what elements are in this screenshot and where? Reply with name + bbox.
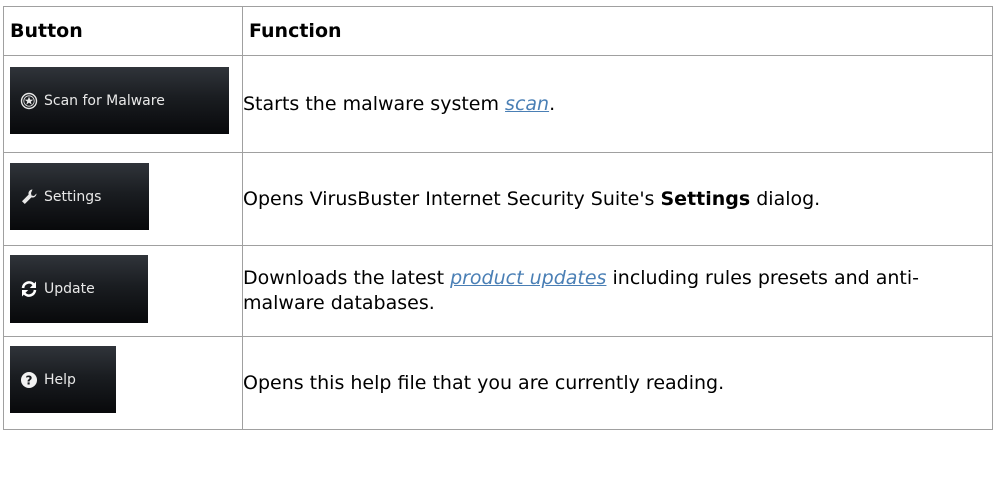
help-icon: ? xyxy=(20,371,38,389)
refresh-icon xyxy=(20,280,38,298)
settings-button[interactable]: Settings xyxy=(10,163,149,230)
update-button-label: Update xyxy=(44,281,95,297)
product-updates-link[interactable]: product updates xyxy=(450,267,606,289)
update-description: Downloads the latest product updates inc… xyxy=(242,245,993,337)
star-circle-icon xyxy=(20,92,38,110)
header-function: Function xyxy=(242,6,993,56)
help-button[interactable]: ? Help xyxy=(10,346,116,413)
buttons-help-table: Button Function Scan for Malware Starts … xyxy=(3,6,993,430)
table-header-row: Button Function xyxy=(3,6,993,56)
scan-link[interactable]: scan xyxy=(505,93,549,115)
help-button-label: Help xyxy=(44,371,76,388)
help-description: Opens this help file that you are curren… xyxy=(242,336,993,430)
table-row: Scan for Malware Starts the malware syst… xyxy=(3,55,993,153)
update-button[interactable]: Update xyxy=(10,255,148,323)
svg-text:?: ? xyxy=(26,373,33,387)
scan-description: Starts the malware system scan. xyxy=(242,55,993,153)
settings-bold-text: Settings xyxy=(660,187,751,210)
table-row: ? Help Opens this help file that you are… xyxy=(3,336,993,430)
scan-for-malware-button[interactable]: Scan for Malware xyxy=(10,67,229,134)
table-row: Settings Opens VirusBuster Internet Secu… xyxy=(3,152,993,246)
scan-for-malware-button-label: Scan for Malware xyxy=(44,92,165,109)
header-button: Button xyxy=(3,6,243,56)
settings-description: Opens VirusBuster Internet Security Suit… xyxy=(242,152,993,246)
wrench-icon xyxy=(20,188,38,206)
table-row: Update Downloads the latest product upda… xyxy=(3,245,993,337)
settings-button-label: Settings xyxy=(44,188,102,205)
